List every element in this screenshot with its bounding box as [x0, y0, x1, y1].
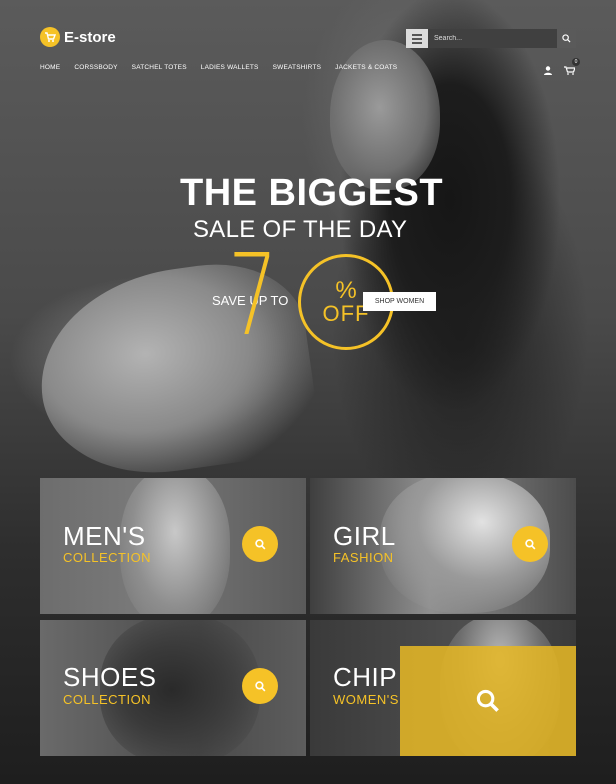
- logo[interactable]: E-store: [40, 27, 116, 47]
- nav-item-home[interactable]: HOME: [40, 64, 60, 71]
- logo-icon: [40, 27, 60, 47]
- search-icon: [254, 680, 265, 691]
- main-nav: HOME CORSSBODY SATCHEL TOTES LADIES WALL…: [40, 64, 397, 71]
- tile-girl-fashion[interactable]: GIRL FASHION: [310, 478, 576, 614]
- tile-shoes-collection[interactable]: SHOES COLLECTION: [40, 620, 306, 756]
- percent-sign: %: [335, 277, 357, 304]
- tile-search-button[interactable]: [512, 526, 548, 562]
- search-icon: [562, 34, 571, 43]
- tile-search-button[interactable]: [242, 668, 278, 704]
- search-icon: [254, 538, 265, 549]
- tile-hover-overlay[interactable]: [400, 646, 576, 756]
- tile-subtitle: FASHION: [333, 550, 394, 565]
- tile-search-button[interactable]: [242, 526, 278, 562]
- nav-item-corssbody[interactable]: CORSSBODY: [74, 64, 117, 71]
- nav-item-jackets-coats[interactable]: JACKETS & COATS: [335, 64, 397, 71]
- tile-title: CHIP: [333, 662, 398, 692]
- search-button[interactable]: [557, 29, 576, 48]
- hero-subtitle: SALE OF THE DAY: [193, 216, 408, 243]
- cart-icon: [564, 66, 576, 75]
- tile-title: GIRL: [333, 521, 396, 551]
- shop-women-button[interactable]: SHOP WOMEN: [363, 292, 436, 311]
- tile-chip-womens[interactable]: CHIP WOMEN'S: [310, 620, 576, 756]
- search-icon: [476, 689, 499, 712]
- user-icon[interactable]: [544, 62, 552, 80]
- tile-subtitle: COLLECTION: [63, 550, 152, 565]
- hero-title: THE BIGGEST: [180, 172, 444, 214]
- cart-count-badge: 0: [572, 58, 580, 66]
- discount-number: 7: [228, 231, 278, 361]
- logo-text: E-store: [64, 28, 116, 46]
- search-icon: [524, 538, 535, 549]
- tile-title: SHOES: [63, 662, 157, 692]
- tile-title: MEN'S: [63, 521, 146, 551]
- search-input[interactable]: [428, 29, 557, 48]
- nav-item-satchel-totes[interactable]: SATCHEL TOTES: [132, 64, 187, 71]
- search-bar: [406, 29, 576, 48]
- menu-icon[interactable]: [406, 29, 428, 48]
- header-icons: 0: [544, 58, 580, 80]
- hero-model-face: [330, 40, 440, 190]
- cart-button[interactable]: 0: [564, 58, 580, 80]
- tile-mens-collection[interactable]: MEN'S COLLECTION: [40, 478, 306, 614]
- tile-subtitle: COLLECTION: [63, 692, 152, 707]
- nav-item-ladies-wallets[interactable]: LADIES WALLETS: [201, 64, 259, 71]
- tile-subtitle: WOMEN'S: [333, 692, 399, 707]
- nav-item-sweatshirts[interactable]: SWEATSHIRTS: [273, 64, 322, 71]
